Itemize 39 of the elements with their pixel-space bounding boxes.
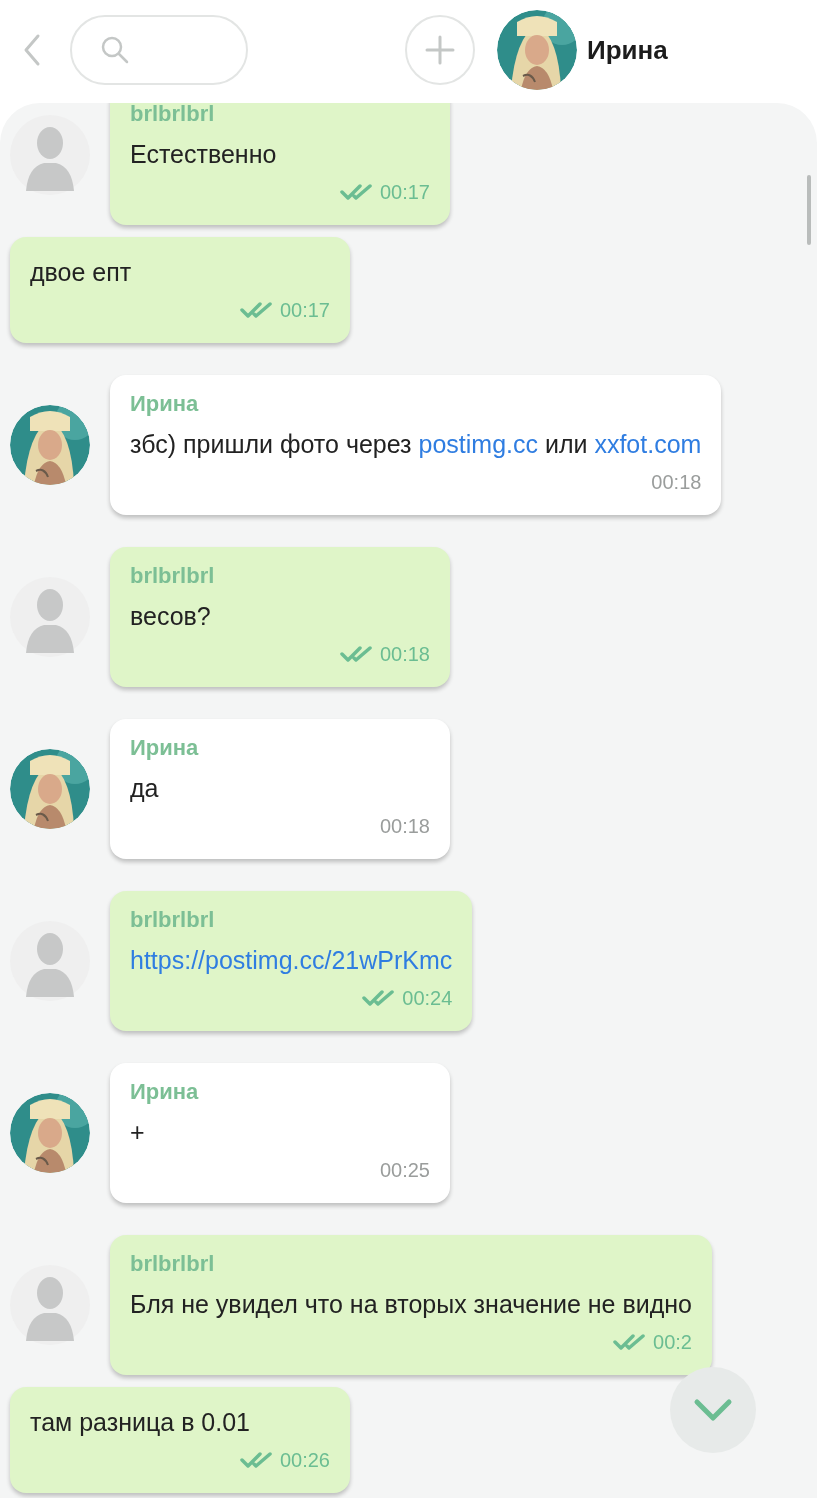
link[interactable]: https://postimg.cc/21wPrKmc xyxy=(130,946,453,974)
message-text: Естественно xyxy=(130,139,278,170)
message-time: 00:24 xyxy=(402,986,453,1011)
sender-name: Ирина xyxy=(130,391,200,417)
message-text: збс) пришли фото через postimg.cc или xxfot.com xyxy=(130,429,702,460)
message-text: Бля не увидел что на вторых значение не видно xyxy=(130,1289,692,1320)
link[interactable]: xxfot.com xyxy=(594,430,702,458)
back-icon[interactable] xyxy=(22,33,42,67)
message-time: 00:18 xyxy=(379,642,430,667)
avatar-silhouette-icon xyxy=(10,577,90,657)
message-text: да xyxy=(130,773,160,804)
contact-name: Ирина xyxy=(587,33,668,67)
sender-name: brlbrlbrl xyxy=(130,907,216,933)
plus-icon xyxy=(425,35,455,65)
message-time: 00:17 xyxy=(379,180,430,205)
scrollbar[interactable] xyxy=(807,175,811,245)
message-time: 00:17 xyxy=(279,298,330,323)
sender-name: brlbrlbrl xyxy=(130,563,216,589)
message-text: двое епт xyxy=(30,257,133,288)
message-text: + xyxy=(130,1117,146,1148)
search-icon xyxy=(100,35,130,65)
message-time: 00:18 xyxy=(379,814,430,839)
message-text: там разница в 0.01 xyxy=(30,1407,252,1438)
sender-name: brlbrlbrl xyxy=(130,1251,216,1277)
message-time: 00:2 xyxy=(653,1330,692,1355)
chevron-down-icon xyxy=(693,1398,733,1422)
message-time: 00:26 xyxy=(279,1448,330,1473)
sender-name: Ирина xyxy=(130,735,200,761)
avatar-silhouette-icon xyxy=(10,1265,90,1345)
add-button[interactable] xyxy=(405,15,475,85)
link[interactable]: postimg.cc xyxy=(418,430,538,458)
message-time: 00:25 xyxy=(379,1158,430,1183)
message-time: 00:18 xyxy=(651,470,702,495)
search-field[interactable] xyxy=(70,15,248,85)
message-text: весов? xyxy=(130,601,212,632)
avatar-silhouette-icon xyxy=(10,115,90,195)
sender-name: brlbrlbrl xyxy=(130,103,216,127)
sender-name: Ирина xyxy=(130,1079,200,1105)
avatar-silhouette-icon xyxy=(10,921,90,1001)
